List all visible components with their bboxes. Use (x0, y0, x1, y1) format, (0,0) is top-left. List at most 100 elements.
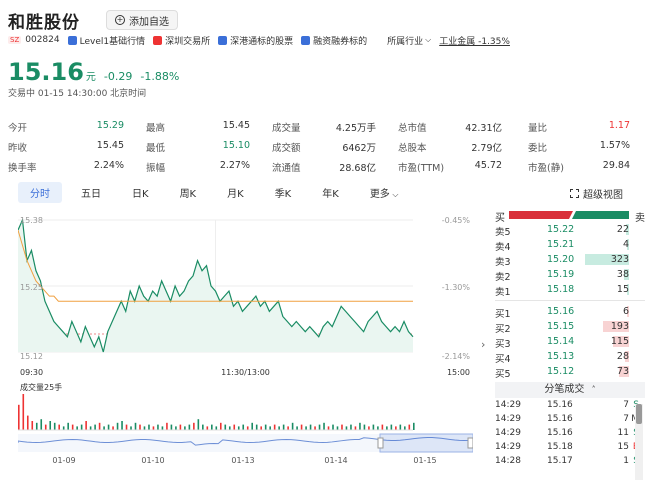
intraday-chart[interactable]: 15.38 15.25 15.12 -0.45% -1.30% -2.14% 09:30 11… (18, 212, 473, 467)
tab-7[interactable]: 更多 ⌵ (358, 182, 411, 203)
volume-bar (255, 424, 258, 430)
volume-bar (103, 426, 105, 430)
buy-sell-ratio-bar: 买 卖 (495, 208, 645, 224)
industry-value-link[interactable]: 工业金属 -1.35% (439, 34, 510, 47)
ask-row[interactable]: 卖2 15.19 38 (495, 267, 645, 283)
volume-bar (18, 404, 20, 430)
quote-label: 市盈(静) (528, 163, 564, 174)
volume-bar (386, 426, 388, 430)
order-price: 15.16 (547, 306, 575, 317)
tab-label: 日K (132, 189, 149, 200)
volume-bar (161, 426, 164, 430)
volume-bar (94, 424, 96, 430)
volume-bar (170, 424, 173, 430)
bid-row[interactable]: 买4 15.13 28 (495, 349, 645, 365)
volume-bar (40, 419, 43, 430)
trades-header[interactable]: 分笔成交 ˄ (495, 382, 645, 398)
stock-code: 002824 (25, 35, 60, 45)
trade-time: 14:28 (495, 456, 521, 466)
order-label: 卖3 (495, 257, 511, 268)
tab-2[interactable]: 日K (120, 182, 161, 203)
quote-label: 市盈(TTM) (398, 163, 445, 174)
tab-5[interactable]: 季K (263, 182, 304, 203)
volume-bar (413, 422, 415, 430)
volume-bar (184, 426, 186, 430)
market-badge: SZ (8, 36, 22, 44)
sgt-icon (218, 35, 228, 45)
volume-bar (219, 422, 222, 430)
order-vol: 115 (610, 336, 629, 347)
sgt-tag[interactable]: 深港通标的股票 (218, 34, 293, 47)
level1-icon (67, 35, 77, 45)
tab-3[interactable]: 周K (168, 182, 209, 203)
volume-label: 成交量25手 (20, 382, 62, 392)
super-view-button[interactable]: 超级视图 (570, 186, 623, 201)
order-price: 15.13 (547, 351, 575, 362)
quote-value: 2.24% (93, 160, 124, 171)
pct-label-top: -0.45% (442, 216, 471, 225)
stock-tags: SZ 002824 Level1基础行情 深圳交易所 深港通标的股票 融资融券标… (8, 33, 518, 47)
volume-bar (211, 424, 213, 430)
tab-1[interactable]: 五日 (69, 182, 113, 203)
bid-row[interactable]: 买3 15.14 115 (495, 334, 645, 350)
quote-value: 15.29 (96, 120, 124, 131)
volume-bar (390, 424, 393, 430)
volume-bar (228, 426, 231, 430)
tab-4[interactable]: 月K (215, 182, 256, 203)
order-price: 15.14 (547, 336, 575, 347)
navigator-handle-left (377, 437, 384, 449)
add-watchlist-button[interactable]: + 添加自选 (106, 10, 178, 30)
margin-tag[interactable]: 融资融券标的 (301, 34, 367, 47)
ask-list: 卖5 15.22 22 卖4 15.21 4 卖3 15.20 323 卖2 15.19 38 卖1 15… (495, 222, 645, 298)
ask-row[interactable]: 卖1 15.18 15 (495, 282, 645, 298)
quote-label: 委比 (528, 143, 548, 154)
level1-tag[interactable]: Level1基础行情 (67, 34, 145, 47)
industry-dropdown[interactable]: 所属行业 ⌵ (387, 34, 431, 47)
navigator-window (379, 433, 473, 453)
trades-list: 14:2915.167S14:2915.167M14:2915.1611S14:… (495, 398, 645, 468)
trading-status: 交易中 01-15 14:30:00 北京时间 (8, 89, 147, 99)
quote-value: 15.45 (222, 120, 250, 131)
volume-bar (278, 426, 280, 430)
volume-bar (179, 424, 182, 430)
date-label: 01-13 (231, 456, 254, 465)
tab-0[interactable]: 分时 (18, 182, 62, 203)
trade-price: 15.16 (547, 428, 573, 438)
volume-bar (49, 421, 52, 430)
volume-bar (395, 426, 397, 430)
volume-bar (323, 422, 325, 430)
bid-row[interactable]: 买2 15.15 193 (495, 319, 645, 335)
volume-bar (305, 426, 307, 430)
volume-bar (282, 424, 285, 430)
ask-row[interactable]: 卖3 15.20 323 (495, 252, 645, 268)
volume-bar (318, 424, 321, 430)
volume-bar (246, 426, 249, 430)
volume-bar (237, 426, 240, 430)
trades-scrollbar[interactable] (635, 404, 643, 480)
volume-bar (130, 426, 132, 430)
trade-time: 14:29 (495, 414, 521, 424)
tab-6[interactable]: 年K (310, 182, 351, 203)
y-label-mid: 15.25 (20, 283, 43, 292)
volume-bar (26, 415, 29, 430)
trade-time: 14:29 (495, 428, 521, 438)
tab-label: 季K (274, 189, 292, 200)
order-price: 15.22 (547, 224, 575, 235)
exchange-tag[interactable]: 深圳交易所 (153, 34, 210, 47)
trade-row: 14:2915.167M (495, 412, 645, 426)
volume-bar (76, 426, 78, 430)
ask-row[interactable]: 卖4 15.21 4 (495, 237, 645, 253)
chevron-right-icon[interactable]: › (481, 338, 485, 351)
order-price: 15.20 (547, 254, 575, 265)
order-vol: 4 (622, 239, 629, 250)
quote-value: 2.27% (219, 160, 250, 171)
volume-bar (107, 424, 110, 430)
quote-row: 换手率 2.24% 振幅 2.27% 流通值 28.68亿 市盈(TTM) 45.72 市盈(静… (8, 156, 632, 176)
ratio-svg (509, 211, 629, 219)
scrollbar-thumb[interactable] (636, 404, 642, 424)
volume-bar (175, 426, 177, 430)
exchange-flag-icon (153, 35, 163, 45)
ask-row[interactable]: 卖5 15.22 22 (495, 222, 645, 238)
bid-row[interactable]: 买5 15.12 73 (495, 364, 645, 380)
bid-row[interactable]: 买1 15.16 6 (495, 304, 645, 320)
